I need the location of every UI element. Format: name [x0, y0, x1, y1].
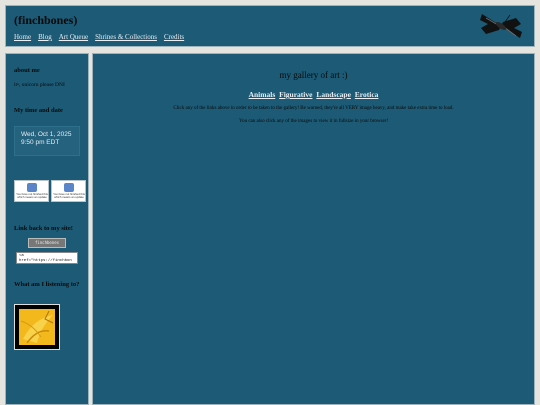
broken-image-link[interactable]: You have not finished this which means a… [51, 180, 86, 202]
nav-blog[interactable]: Blog [38, 33, 52, 41]
intro-text: Click any of the links above in order to… [173, 106, 454, 111]
nav-credits[interactable]: Credits [164, 33, 184, 41]
category-animals[interactable]: Animals [249, 90, 276, 99]
broken-image-text: You have not finished this which means a… [16, 192, 48, 200]
about-text: it•, unicorn please DNI [14, 82, 65, 88]
site-header: (finchbones) Home Blog Art Queue Shrines & … [5, 5, 535, 47]
nav-home[interactable]: Home [14, 33, 31, 41]
broken-image-text: You have not finished this which means a… [53, 192, 85, 200]
category-links: Animals Figurative Landscape Erotica [93, 90, 534, 99]
category-figurative[interactable]: Figurative [279, 90, 312, 99]
clock-time: 9:50 pm EDT [21, 139, 60, 146]
category-erotica[interactable]: Erotica [355, 90, 379, 99]
link-code-box[interactable]: <a href="https://finchbon [16, 252, 78, 264]
broken-image-icon [27, 183, 37, 192]
main-nav: Home Blog Art Queue Shrines & Collections Cr… [14, 33, 191, 41]
nav-art-queue[interactable]: Art Queue [59, 33, 88, 41]
category-landscape[interactable]: Landscape [316, 90, 351, 99]
broken-image-link[interactable]: You have not finished this which means a… [14, 180, 49, 202]
clock-widget: Wed, Oct 1, 2025 9:50 pm EDT [14, 126, 80, 156]
site-button[interactable]: finchbones [28, 238, 66, 248]
main-content: my gallery of art :) Animals Figurative … [92, 53, 535, 405]
listening-heading: What am I listening to? [14, 281, 80, 288]
nav-shrines-collections[interactable]: Shrines & Collections [95, 33, 157, 41]
time-heading: My time and date [14, 107, 63, 114]
page-title: my gallery of art :) [279, 70, 348, 80]
site-title: (finchbones) [14, 13, 78, 27]
album-cover[interactable] [14, 304, 60, 350]
link-back-heading: Link back to my site! [14, 225, 73, 232]
about-heading: about me [14, 67, 40, 74]
fullsize-note: You can also click any of the images to … [238, 119, 389, 124]
flower-image-icon [19, 309, 55, 345]
moth-logo-icon [480, 14, 522, 38]
clock-date: Wed, Oct 1, 2025 [21, 131, 72, 138]
broken-image-icon [64, 183, 74, 192]
sidebar: about me it•, unicorn please DNI My time… [5, 53, 89, 405]
